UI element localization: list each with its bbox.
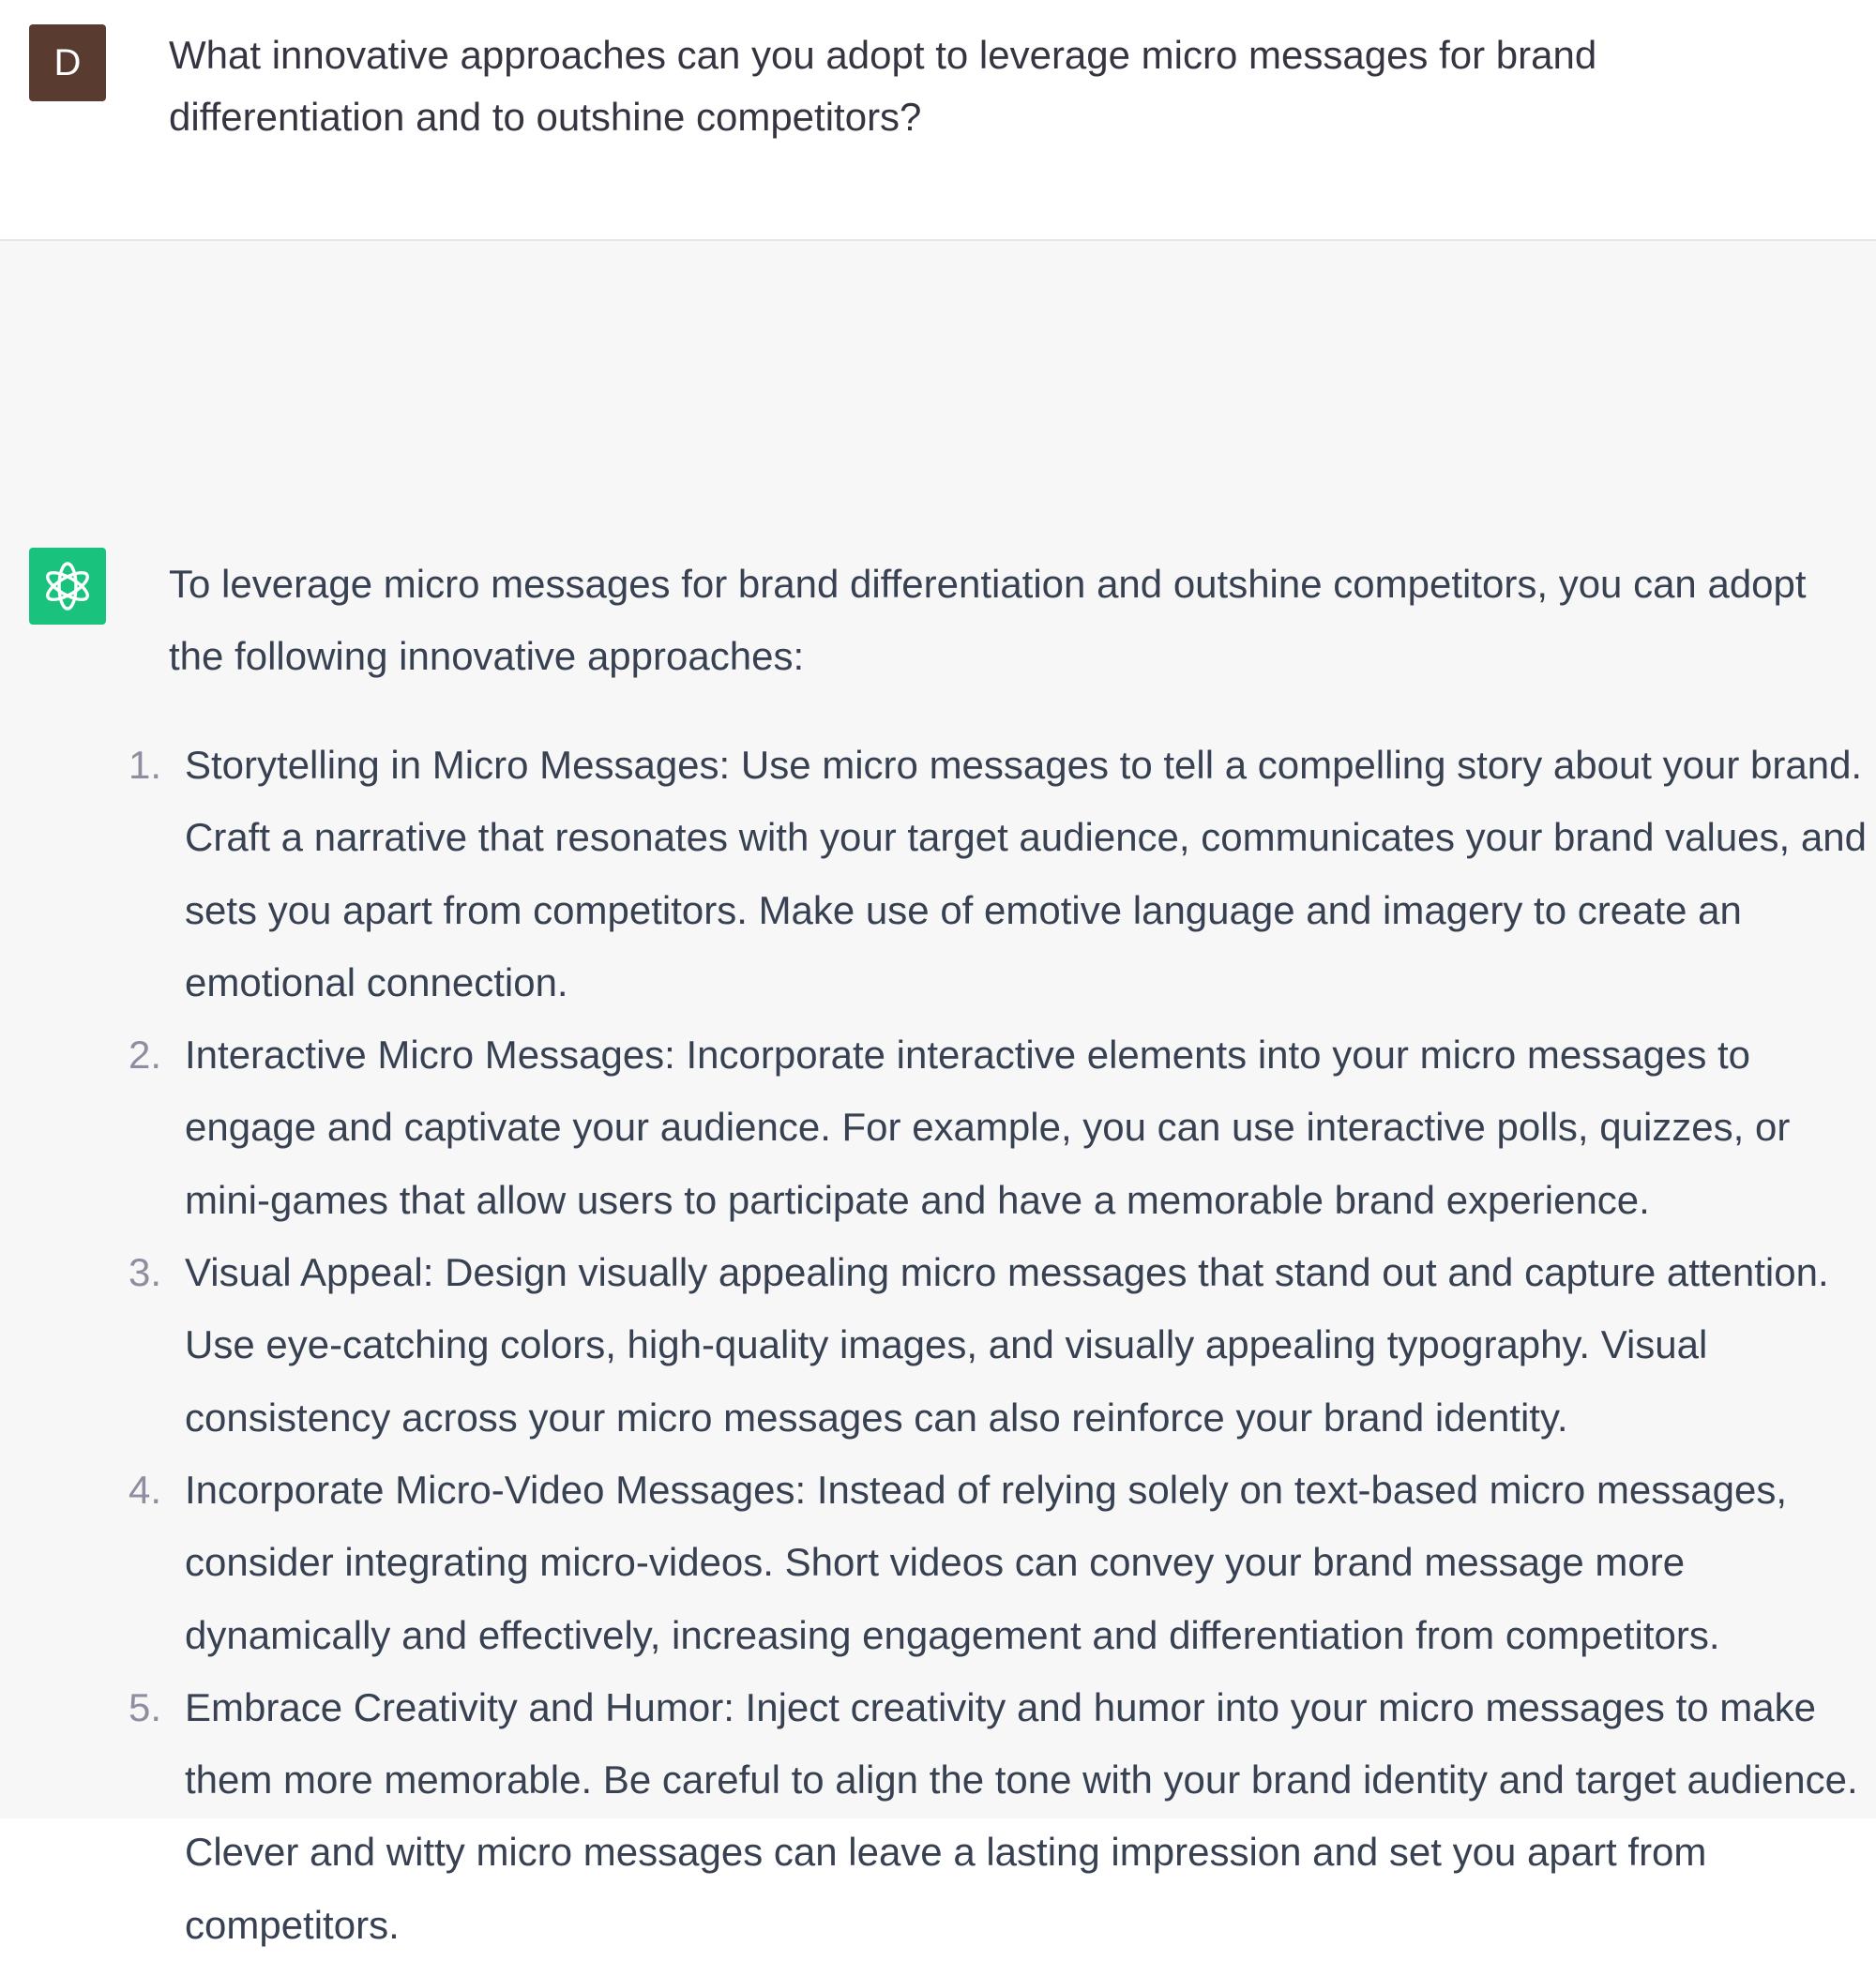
list-item: 3. Visual Appeal: Design visually appeali…	[0, 1236, 1876, 1454]
user-message-row: D What innovative approaches can you ado…	[0, 0, 1876, 241]
list-item-number: 3.	[129, 1250, 162, 1295]
assistant-intro-text: To leverage micro messages for brand dif…	[169, 562, 1807, 678]
assistant-avatar	[29, 548, 106, 625]
list-item: 5. Embrace Creativity and Humor: Inject c…	[0, 1671, 1876, 1961]
list-item-text: Incorporate Micro-Video Messages: Instea…	[185, 1467, 1788, 1657]
list-item-text: Embrace Creativity and Humor: Inject cre…	[185, 1684, 1858, 1947]
list-item: 2. Interactive Micro Messages: Incorporat…	[0, 1018, 1876, 1236]
assistant-message-row: To leverage micro messages for brand dif…	[0, 241, 1876, 1947]
user-avatar: D	[29, 24, 106, 101]
list-item-text: Visual Appeal: Design visually appealing…	[185, 1250, 1829, 1440]
list-item: 1. Storytelling in Micro Messages: Use mi…	[0, 729, 1876, 1018]
openai-logo-icon	[29, 548, 106, 625]
list-item-number: 4.	[129, 1467, 162, 1512]
list-item-text: Storytelling in Micro Messages: Use micr…	[185, 743, 1867, 1004]
list-item-number: 1.	[129, 743, 162, 787]
list-item-number: 2.	[129, 1033, 162, 1078]
user-message-text: What innovative approaches can you adopt…	[169, 33, 1597, 139]
list-item-text: Interactive Micro Messages: Incorporate …	[185, 1033, 1791, 1222]
approaches-list: 1. Storytelling in Micro Messages: Use mi…	[0, 729, 1876, 1961]
list-item-number: 5.	[129, 1684, 162, 1729]
list-item: 4. Incorporate Micro-Video Messages: Inst…	[0, 1454, 1876, 1671]
